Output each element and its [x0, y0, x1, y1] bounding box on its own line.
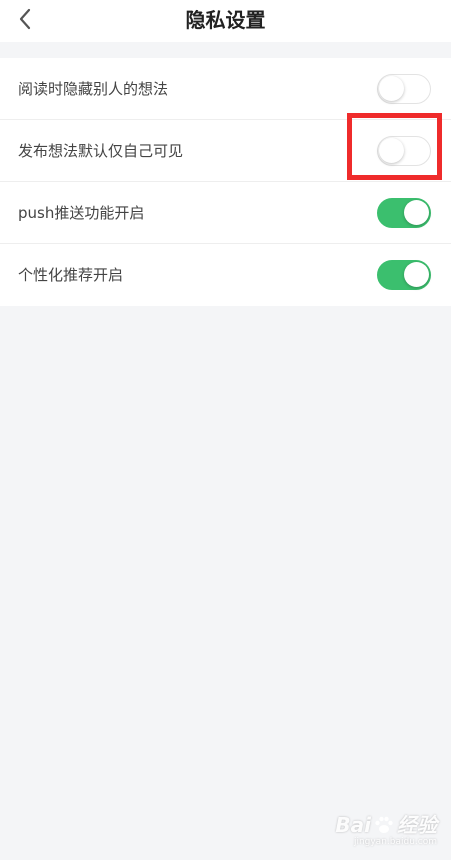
push-notifications-toggle[interactable]: [377, 198, 431, 228]
setting-label: 阅读时隐藏别人的想法: [18, 80, 169, 98]
watermark-logo: Bai 经验: [335, 814, 437, 836]
watermark-url: jingyan.baidu.com: [353, 837, 437, 847]
setting-label: 发布想法默认仅自己可见: [18, 142, 184, 160]
personalized-recommendations-toggle[interactable]: [377, 260, 431, 290]
setting-row-personalized-recommendations: 个性化推荐开启: [0, 244, 451, 306]
settings-list: 阅读时隐藏别人的想法 发布想法默认仅自己可见 push推送功能开启 个性化推荐开…: [0, 58, 451, 306]
watermark-logo-right: 经验: [397, 813, 437, 837]
watermark: Bai 经验 jingyan.baidu.com: [335, 814, 437, 848]
setting-label: 个性化推荐开启: [18, 266, 124, 284]
toggle-knob: [379, 76, 404, 101]
highlight-annotation-box: [347, 113, 442, 180]
setting-row-push-notifications: push推送功能开启: [0, 182, 451, 244]
top-bar: 隐私设置: [0, 0, 451, 42]
hide-others-thoughts-toggle[interactable]: [377, 74, 431, 104]
toggle-knob: [404, 200, 429, 225]
watermark-logo-left: Bai: [335, 813, 371, 837]
page-title: 隐私设置: [185, 8, 266, 32]
setting-label: push推送功能开启: [18, 204, 145, 222]
paw-icon: [375, 816, 393, 833]
setting-row-hide-others-thoughts: 阅读时隐藏别人的想法: [0, 58, 451, 120]
toggle-knob: [404, 262, 429, 287]
